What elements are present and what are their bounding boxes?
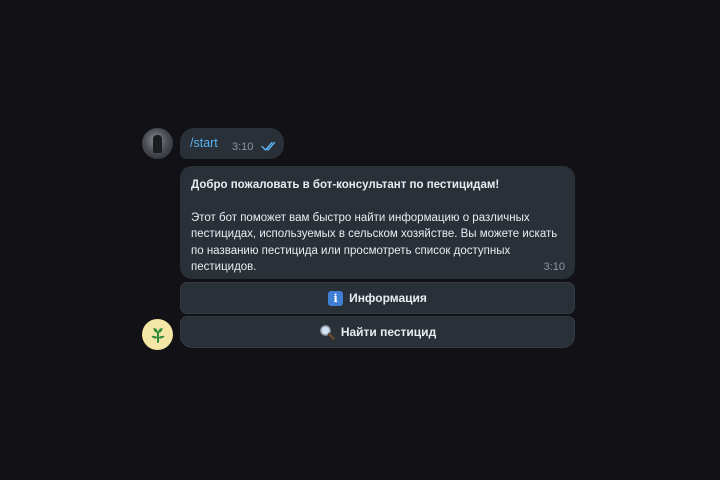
bot-avatar[interactable] (142, 319, 173, 350)
double-check-icon (261, 141, 276, 151)
plant-icon (151, 327, 164, 343)
bot-message-bubble: Добро пожаловать в бот-консультант по пе… (180, 166, 575, 279)
command-link[interactable]: /start (190, 136, 218, 150)
chat-area: /start 3:10 Добро пожаловать в бот-консу… (0, 0, 720, 480)
welcome-title: Добро пожаловать в бот-консультант по пе… (191, 179, 500, 191)
info-icon: i (328, 290, 344, 306)
find-pesticide-button-label: Найти пестицид (340, 325, 437, 339)
user-avatar[interactable] (142, 128, 173, 159)
outgoing-message-bubble[interactable]: /start 3:10 (180, 128, 284, 159)
message-time: 3:10 (232, 141, 254, 153)
avatar-figure (153, 135, 162, 153)
welcome-body: Этот бот поможет вам быстро найти информ… (191, 211, 558, 274)
bot-message-time: 3:10 (543, 260, 565, 273)
info-button[interactable]: i Информация (180, 282, 575, 314)
magnifier-icon (320, 325, 335, 340)
find-pesticide-button[interactable]: Найти пестицид (180, 316, 575, 348)
info-button-label: Информация (349, 291, 427, 305)
